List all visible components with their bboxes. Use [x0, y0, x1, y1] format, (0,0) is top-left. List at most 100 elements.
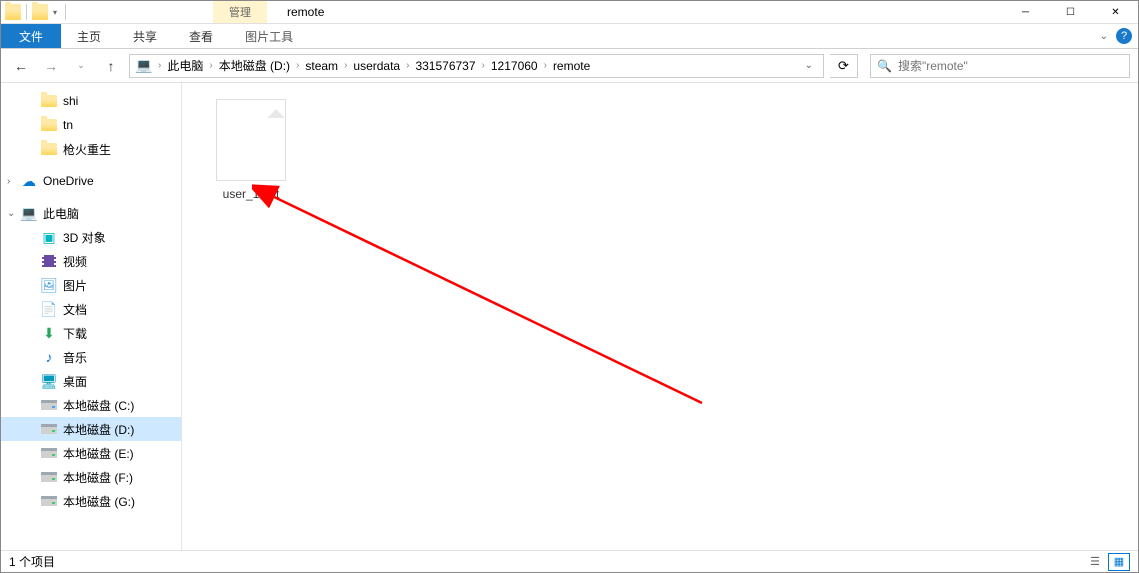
sidebar-item-label: 本地磁盘 (D:) — [63, 421, 134, 438]
sidebar-item-drive-c[interactable]: 本地磁盘 (C:) — [1, 393, 181, 417]
breadcrumb-item[interactable]: 本地磁盘 (D:) — [215, 57, 294, 74]
drive-icon — [41, 469, 57, 485]
drive-icon — [41, 421, 57, 437]
onedrive-icon: ☁ — [21, 173, 37, 189]
file-area[interactable]: user_1.dat — [182, 83, 1138, 550]
nav-up-button[interactable]: ↑ — [99, 54, 123, 78]
chevron-right-icon[interactable]: › — [156, 60, 163, 71]
file-item[interactable]: user_1.dat — [206, 99, 296, 201]
nav-back-button[interactable]: ← — [9, 54, 33, 78]
breadcrumb-item[interactable]: remote — [549, 59, 594, 73]
ribbon-file-tab[interactable]: 文件 — [1, 24, 61, 48]
chevron-right-icon[interactable]: › — [342, 60, 349, 71]
sidebar-item-label: 下载 — [63, 325, 87, 342]
maximize-button[interactable]: ☐ — [1048, 1, 1093, 24]
sidebar-item-3d-objects[interactable]: ▣ 3D 对象 — [1, 225, 181, 249]
desktop-icon: 🖥 — [41, 373, 57, 389]
chevron-down-icon[interactable]: ⌄ — [7, 208, 15, 219]
sidebar-item-label: 本地磁盘 (E:) — [63, 445, 134, 462]
sidebar-item-folder[interactable]: 枪火重生 — [1, 137, 181, 161]
video-icon — [41, 253, 57, 269]
view-details-button[interactable]: ☰ — [1084, 553, 1106, 571]
sidebar-item-pictures[interactable]: 🖼 图片 — [1, 273, 181, 297]
chevron-right-icon[interactable]: › — [542, 60, 549, 71]
search-icon: 🔍 — [877, 59, 892, 73]
nav-history-dropdown[interactable]: ⌄ — [69, 54, 93, 78]
close-button[interactable]: ✕ — [1093, 1, 1138, 24]
breadcrumb-item[interactable]: userdata — [349, 59, 404, 73]
ribbon-home-tab[interactable]: 主页 — [61, 24, 117, 48]
sidebar-item-label: 本地磁盘 (G:) — [63, 493, 135, 510]
sidebar-item-drive-g[interactable]: 本地磁盘 (G:) — [1, 489, 181, 513]
sidebar-item-drive-f[interactable]: 本地磁盘 (F:) — [1, 465, 181, 489]
downloads-icon: ⬇ — [41, 325, 57, 341]
qat-dropdown-icon[interactable]: ▾ — [50, 8, 60, 17]
sidebar-item-folder[interactable]: tn — [1, 113, 181, 137]
nav-forward-button[interactable]: → — [39, 54, 63, 78]
view-icons-button[interactable]: ▦ — [1108, 553, 1130, 571]
titlebar: ▾ 管理 remote ─ ☐ ✕ — [1, 1, 1138, 24]
objects-3d-icon: ▣ — [41, 229, 57, 245]
drive-icon — [41, 445, 57, 461]
sidebar-item-label: shi — [63, 94, 78, 108]
sidebar-item-label: 3D 对象 — [63, 229, 106, 246]
chevron-right-icon[interactable]: › — [480, 60, 487, 71]
sidebar-item-drive-e[interactable]: 本地磁盘 (E:) — [1, 441, 181, 465]
breadcrumb-item[interactable]: 1217060 — [487, 59, 542, 73]
drive-icon — [41, 493, 57, 509]
chevron-right-icon[interactable]: › — [404, 60, 411, 71]
sidebar[interactable]: shi tn 枪火重生 ›☁OneDrive ⌄💻此电脑 ▣3D 对象 视频 🖼… — [1, 83, 182, 550]
search-box[interactable]: 🔍 — [870, 54, 1130, 78]
sidebar-item-this-pc[interactable]: ⌄ 💻 此电脑 — [1, 201, 181, 225]
sidebar-item-label: 文档 — [63, 301, 87, 318]
chevron-right-icon[interactable]: › — [7, 176, 10, 187]
sidebar-item-music[interactable]: ♪ 音乐 — [1, 345, 181, 369]
ribbon-collapse-icon[interactable]: ⌄ — [1100, 31, 1108, 42]
ribbon: 文件 主页 共享 查看 图片工具 ⌄ ? — [1, 24, 1138, 49]
sidebar-item-label: 本地磁盘 (C:) — [63, 397, 134, 414]
annotation-arrow-icon — [252, 183, 712, 413]
window-title: remote — [287, 5, 324, 19]
breadcrumb[interactable]: 💻 › 此电脑 › 本地磁盘 (D:) › steam › userdata ›… — [129, 54, 824, 78]
sidebar-item-label: 枪火重生 — [63, 141, 111, 158]
breadcrumb-item[interactable]: steam — [301, 59, 342, 73]
sidebar-item-label: 桌面 — [63, 373, 87, 390]
refresh-button[interactable]: ⟳ — [830, 54, 858, 78]
breadcrumb-dropdown-icon[interactable]: ⌄ — [797, 60, 821, 71]
sidebar-item-downloads[interactable]: ⬇ 下载 — [1, 321, 181, 345]
sidebar-item-onedrive[interactable]: ›☁OneDrive — [1, 169, 181, 193]
sidebar-item-videos[interactable]: 视频 — [1, 249, 181, 273]
sidebar-item-desktop[interactable]: 🖥 桌面 — [1, 369, 181, 393]
breadcrumb-item[interactable]: 331576737 — [411, 59, 479, 73]
sidebar-item-label: 此电脑 — [43, 205, 79, 222]
chevron-right-icon[interactable]: › — [207, 60, 214, 71]
help-button[interactable]: ? — [1116, 28, 1132, 44]
breadcrumb-item[interactable]: 此电脑 — [163, 57, 207, 74]
breadcrumb-pc-icon: 💻 — [136, 58, 152, 74]
ribbon-view-tab[interactable]: 查看 — [173, 24, 229, 48]
navbar: ← → ⌄ ↑ 💻 › 此电脑 › 本地磁盘 (D:) › steam › us… — [1, 49, 1138, 83]
ribbon-picture-tools-tab[interactable]: 图片工具 — [229, 24, 309, 48]
pictures-icon: 🖼 — [41, 277, 57, 293]
file-thumbnail-icon — [216, 99, 286, 181]
sidebar-item-label: tn — [63, 118, 73, 132]
music-icon: ♪ — [41, 349, 57, 365]
app-icon — [5, 4, 21, 20]
drive-icon — [41, 397, 57, 413]
sidebar-item-label: 音乐 — [63, 349, 87, 366]
contextual-tab-label: 管理 — [213, 1, 267, 23]
file-name-label: user_1.dat — [206, 187, 296, 201]
sidebar-item-label: 视频 — [63, 253, 87, 270]
pc-icon: 💻 — [21, 205, 37, 221]
sidebar-item-documents[interactable]: 📄文档 — [1, 297, 181, 321]
chevron-right-icon[interactable]: › — [294, 60, 301, 71]
sidebar-item-label: 本地磁盘 (F:) — [63, 469, 133, 486]
sidebar-item-drive-d[interactable]: 本地磁盘 (D:) — [1, 417, 181, 441]
item-count-label: 1 个项目 — [9, 553, 55, 570]
qat-icon[interactable] — [32, 4, 48, 20]
ribbon-share-tab[interactable]: 共享 — [117, 24, 173, 48]
sidebar-item-folder[interactable]: shi — [1, 89, 181, 113]
sidebar-item-label: 图片 — [63, 277, 87, 294]
minimize-button[interactable]: ─ — [1003, 1, 1048, 24]
search-input[interactable] — [898, 59, 1123, 73]
